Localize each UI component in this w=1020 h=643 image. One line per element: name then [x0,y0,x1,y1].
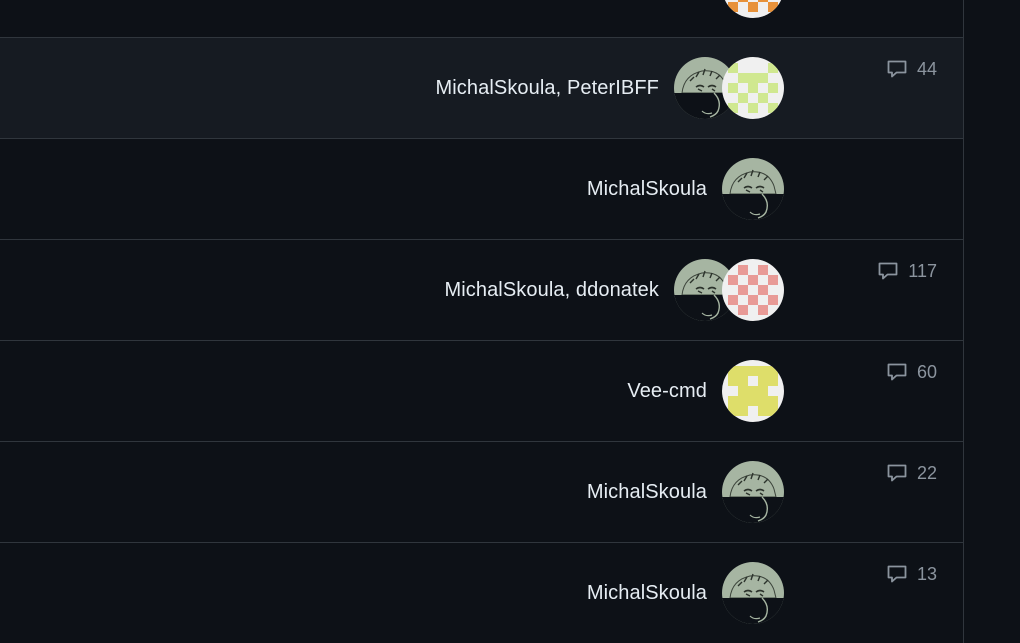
assignees [722,0,784,18]
assignee-names[interactable]: Vee-cmd [627,380,707,403]
comment-count-link[interactable]: 117 [876,259,937,283]
issue-row[interactable]: MichalSkoula 22 [0,441,963,542]
assignees: MichalSkoula, PeterIBFF [436,57,784,119]
assignee-names[interactable]: MichalSkoula [587,481,707,504]
comment-icon [885,57,909,81]
avatar-stack[interactable] [722,0,784,18]
assignee-names[interactable]: MichalSkoula [587,582,707,605]
avatar-stack[interactable] [722,360,784,422]
avatar[interactable] [722,461,784,523]
comment-count: 44 [916,58,937,79]
comment-icon [885,360,909,384]
comment-count-link[interactable]: 22 [885,461,937,485]
avatar[interactable] [722,562,784,624]
assignees: MichalSkoula, ddonatek [444,259,784,321]
issue-row[interactable]: MichalSkoula, PeterIBFF 44 [0,37,963,138]
issue-row[interactable]: Vee-cmd 60 [0,340,963,441]
comment-count-link[interactable]: 44 [885,57,937,81]
comment-icon [885,461,909,485]
avatar[interactable] [722,158,784,220]
assignees: MichalSkoula [587,461,784,523]
assignees: MichalSkoula [587,562,784,624]
comment-count-link[interactable]: 60 [885,360,937,384]
comment-count: 13 [916,563,937,584]
avatar[interactable] [722,360,784,422]
avatar-stack[interactable] [674,57,784,119]
assignees: MichalSkoula [587,158,784,220]
avatar[interactable] [722,0,784,18]
comment-count: 117 [908,260,937,281]
comment-count: 22 [916,462,937,483]
avatar[interactable] [722,259,784,321]
avatar-stack[interactable] [722,158,784,220]
assignees: Vee-cmd [627,360,784,422]
issue-list: MichalSkoula, PeterIBFF 44 MichalSkoula Mic… [0,0,964,643]
avatar-stack[interactable] [722,461,784,523]
issue-row[interactable]: MichalSkoula [0,138,963,239]
issue-row[interactable]: MichalSkoula, ddonatek 117 [0,239,963,340]
comment-count: 60 [916,361,937,382]
assignee-names[interactable]: MichalSkoula [587,178,707,201]
comment-icon [885,562,909,586]
comment-count-link[interactable]: 13 [885,562,937,586]
avatar-stack[interactable] [722,562,784,624]
issue-row[interactable]: MichalSkoula 13 [0,542,963,643]
assignee-names[interactable]: MichalSkoula, ddonatek [444,279,659,302]
assignee-names[interactable]: MichalSkoula, PeterIBFF [436,77,660,100]
issue-row[interactable] [0,0,963,37]
avatar-stack[interactable] [674,259,784,321]
comment-icon [876,259,900,283]
avatar[interactable] [722,57,784,119]
